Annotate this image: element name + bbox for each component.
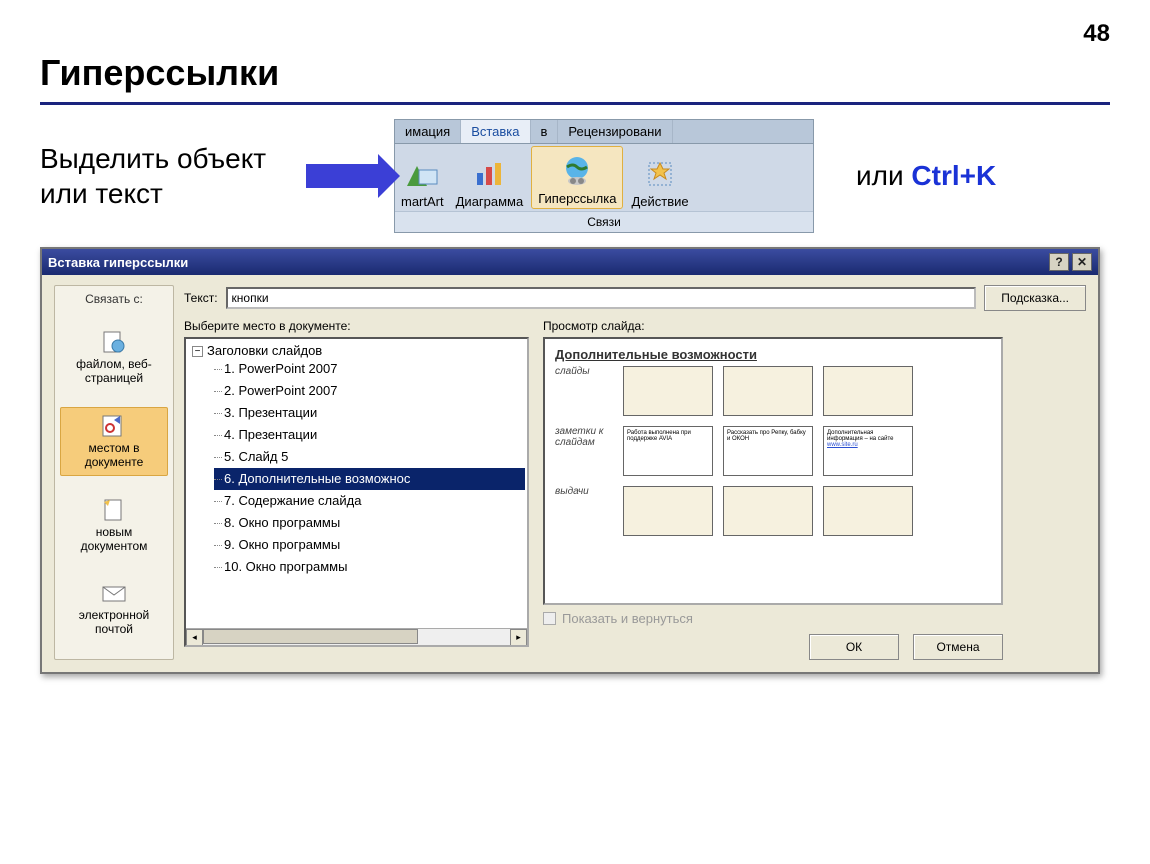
chart-icon (471, 156, 507, 192)
link-with-label: Связать с: (85, 292, 143, 306)
instruction-text: Выделить объект или текст (40, 141, 290, 211)
tree-node[interactable]: 5. Слайд 5 (214, 446, 525, 468)
preview-thumb (623, 366, 713, 416)
preview-row-notes-label: заметки к слайдам (555, 426, 613, 448)
preview-thumb: Дополнительная информация – на сайте www… (823, 426, 913, 476)
tree-node[interactable]: 1. PowerPoint 2007 (214, 358, 525, 380)
slide-preview: Дополнительные возможности слайды заметк… (543, 337, 1003, 605)
preview-thumb (723, 486, 813, 536)
shortcut-text: или Ctrl+K (856, 160, 996, 192)
tree-column: Выберите место в документе: −Заголовки с… (184, 319, 529, 660)
action-icon (642, 156, 678, 192)
page-title: Гиперссылки (40, 52, 1110, 94)
text-input[interactable] (226, 287, 977, 309)
tree-node[interactable]: 8. Окно программы (214, 512, 525, 534)
ribbon-buttons: martArt Диаграмма Гиперссылка Действие (395, 144, 813, 211)
tree-root-label[interactable]: Заголовки слайдов (207, 343, 322, 358)
new-doc-icon (100, 498, 128, 522)
page-number: 48 (40, 20, 1110, 48)
link-to-column: Связать с: файлом, веб-страницей местом … (54, 285, 174, 660)
tree-node[interactable]: 4. Презентации (214, 424, 525, 446)
ribbon-tab-view[interactable]: в (531, 120, 559, 143)
ribbon-btn-action[interactable]: Действие (625, 150, 694, 211)
ribbon-tab-animation[interactable]: имация (395, 120, 461, 143)
document-tree[interactable]: −Заголовки слайдов 1. PowerPoint 2007 2.… (184, 337, 529, 647)
shortcut-prefix: или (856, 160, 911, 191)
preview-thumb (823, 486, 913, 536)
shortcut-key: Ctrl+K (911, 160, 996, 191)
ribbon-btn-chart[interactable]: Диаграмма (450, 150, 530, 211)
title-rule (40, 102, 1110, 105)
preview-thumb (823, 366, 913, 416)
ribbon-group-label: Связи (395, 211, 813, 232)
horizontal-scrollbar[interactable]: ◂ ▸ (186, 628, 527, 645)
preview-thumb (723, 366, 813, 416)
ok-button[interactable]: ОК (809, 634, 899, 660)
text-row: Текст: Подсказка... (184, 285, 1086, 311)
preview-row-handouts-label: выдачи (555, 486, 613, 497)
tree-node[interactable]: 9. Окно программы (214, 534, 525, 556)
preview-thumb (623, 486, 713, 536)
content-columns: Выберите место в документе: −Заголовки с… (184, 319, 1086, 660)
link-item-email[interactable]: электронной почтой (60, 575, 168, 642)
instruction-row: Выделить объект или текст имация Вставка… (40, 119, 1110, 233)
scroll-left-icon[interactable]: ◂ (186, 629, 203, 646)
ribbon-btn-hyperlink[interactable]: Гиперссылка (531, 146, 623, 209)
help-icon[interactable]: ? (1049, 253, 1069, 271)
link-item-new-doc[interactable]: новым документом (60, 492, 168, 559)
ribbon-btn-label: martArt (401, 194, 444, 209)
scroll-right-icon[interactable]: ▸ (510, 629, 527, 646)
file-web-icon (100, 330, 128, 354)
tree-node-selected[interactable]: 6. Дополнительные возможнос (214, 468, 525, 490)
tree-collapse-icon[interactable]: − (192, 346, 203, 357)
tree-node[interactable]: 10. Окно программы (214, 556, 525, 578)
globe-link-icon (559, 153, 595, 189)
ribbon-btn-label: Гиперссылка (538, 191, 616, 206)
link-item-place-in-doc[interactable]: местом в документе (60, 407, 168, 476)
show-return-checkbox (543, 612, 556, 625)
link-item-label: электронной почтой (62, 608, 166, 636)
hint-button[interactable]: Подсказка... (984, 285, 1086, 311)
link-item-file-web[interactable]: файлом, веб-страницей (60, 324, 168, 391)
preview-slide-title: Дополнительные возможности (555, 347, 991, 362)
link-item-label: файлом, веб-страницей (62, 357, 166, 385)
place-in-doc-icon (100, 414, 128, 438)
ribbon-tab-insert[interactable]: Вставка (461, 120, 530, 143)
tree-node[interactable]: 3. Презентации (214, 402, 525, 424)
dialog-title: Вставка гиперссылки (48, 255, 188, 270)
dialog-footer: ОК Отмена (543, 634, 1003, 660)
ribbon-btn-smartart[interactable]: martArt (395, 150, 450, 211)
show-return-row: Показать и вернуться (543, 611, 1003, 626)
ribbon-btn-label: Диаграмма (456, 194, 524, 209)
ribbon-btn-label: Действие (631, 194, 688, 209)
preview-thumb: Рассказать про Репку, бабку и ОКОН (723, 426, 813, 476)
email-icon (100, 581, 128, 605)
link-item-label: новым документом (62, 525, 166, 553)
cancel-button[interactable]: Отмена (913, 634, 1003, 660)
insert-hyperlink-dialog: Вставка гиперссылки ? ✕ Связать с: файло… (40, 247, 1100, 674)
dialog-body: Связать с: файлом, веб-страницей местом … (42, 275, 1098, 672)
arrow-icon (306, 164, 378, 188)
preview-column: Просмотр слайда: Дополнительные возможно… (543, 319, 1003, 660)
link-item-label: местом в документе (63, 441, 165, 469)
ribbon-snippet: имация Вставка в Рецензировани martArt Д… (394, 119, 814, 233)
dialog-titlebar: Вставка гиперссылки ? ✕ (42, 249, 1098, 275)
preview-label: Просмотр слайда: (543, 319, 1003, 333)
preview-row-slides-label: слайды (555, 366, 613, 377)
show-return-label: Показать и вернуться (562, 611, 693, 626)
scroll-track[interactable] (203, 629, 510, 645)
tree-node[interactable]: 2. PowerPoint 2007 (214, 380, 525, 402)
tree-label: Выберите место в документе: (184, 319, 529, 333)
dialog-main-pane: Текст: Подсказка... Выберите место в док… (184, 285, 1086, 660)
ribbon-tab-review[interactable]: Рецензировани (558, 120, 672, 143)
ribbon-tabs: имация Вставка в Рецензировани (395, 120, 813, 144)
close-icon[interactable]: ✕ (1072, 253, 1092, 271)
tree-children: 1. PowerPoint 2007 2. PowerPoint 2007 3.… (192, 358, 525, 578)
tree-node[interactable]: 7. Содержание слайда (214, 490, 525, 512)
titlebar-buttons: ? ✕ (1049, 253, 1092, 271)
scroll-thumb[interactable] (203, 629, 418, 644)
preview-thumb: Работа выполнена при поддержке AVIA (623, 426, 713, 476)
smartart-icon (404, 156, 440, 192)
text-label: Текст: (184, 291, 218, 305)
